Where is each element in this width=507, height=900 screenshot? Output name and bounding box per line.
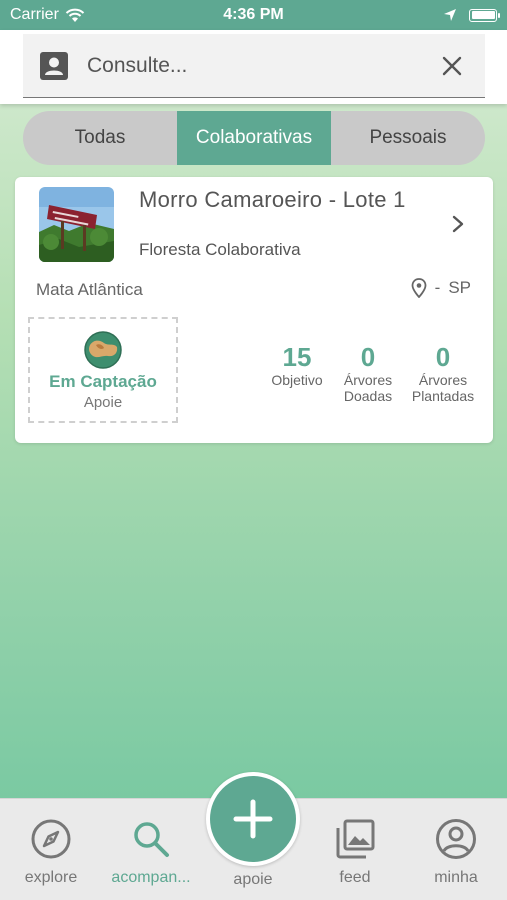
nav-explore[interactable]: explore (6, 817, 96, 887)
campaign-status-label: Em Captação (49, 372, 157, 391)
tab-colaborativas[interactable]: Colaborativas (177, 111, 331, 165)
search-header (0, 30, 507, 104)
stat-value: 0 (435, 342, 451, 372)
nav-label: minha (434, 869, 478, 886)
photo-library-icon (336, 819, 375, 859)
stat-arvores-plantadas: 0 Árvores Plantadas (407, 342, 479, 404)
location-pin-icon (411, 278, 427, 298)
nav-acompanhe[interactable]: acompan... (106, 817, 196, 887)
project-title: Morro Camaroeiro - Lote 1 (139, 187, 406, 212)
location-state: SP (448, 278, 471, 297)
project-stats: 15 Objetivo 0 Árvores Doadas 0 Árvores P… (267, 342, 479, 404)
globe-icon (84, 331, 122, 369)
stat-value: 15 (282, 342, 312, 372)
apoie-fab[interactable] (210, 776, 296, 862)
close-icon[interactable] (441, 55, 463, 77)
project-thumbnail (39, 187, 114, 262)
tab-todas[interactable]: Todas (23, 111, 177, 165)
search-input[interactable] (87, 53, 441, 78)
apoie-button[interactable] (206, 772, 300, 866)
status-left: Carrier (10, 6, 85, 24)
project-card[interactable]: Morro Camaroeiro - Lote 1 Floresta Colab… (15, 177, 493, 443)
nav-minha[interactable]: minha (411, 817, 501, 887)
search-box (23, 34, 485, 98)
location: - SP (411, 278, 471, 298)
stat-label: Árvores Doadas (343, 372, 393, 404)
campaign-status-box[interactable]: Em Captação Apoie (28, 317, 178, 423)
nav-label: feed (339, 869, 371, 886)
battery-icon (469, 8, 500, 22)
stat-label: Árvores Plantadas (411, 372, 475, 404)
location-separator: - (434, 278, 441, 297)
location-arrow-icon (444, 9, 456, 21)
contact-icon (40, 51, 68, 80)
stat-objetivo: 15 Objetivo (267, 342, 327, 404)
campaign-status-action: Apoie (83, 394, 123, 411)
stat-arvores-doadas: 0 Árvores Doadas (333, 342, 403, 404)
filter-tabs: Todas Colaborativas Pessoais (23, 111, 485, 165)
nav-label: explore (24, 869, 78, 886)
stat-value: 0 (360, 342, 376, 372)
account-circle-icon (436, 819, 476, 859)
chevron-right-icon[interactable] (451, 215, 465, 233)
carrier-label: Carrier (10, 6, 59, 23)
stat-label: Objetivo (271, 372, 323, 388)
tab-pessoais[interactable]: Pessoais (331, 111, 485, 165)
search-icon (134, 822, 169, 857)
status-right (443, 8, 500, 22)
wifi-icon (65, 8, 85, 22)
compass-icon (31, 819, 71, 859)
plus-icon (233, 799, 273, 839)
nav-label: acompan... (111, 869, 191, 886)
nav-feed[interactable]: feed (310, 817, 400, 887)
project-type: Floresta Colaborativa (139, 240, 301, 259)
status-bar: Carrier 4:36 PM (0, 0, 507, 30)
apoie-label: apoie (233, 871, 273, 888)
biome-label: Mata Atlântica (36, 280, 143, 299)
